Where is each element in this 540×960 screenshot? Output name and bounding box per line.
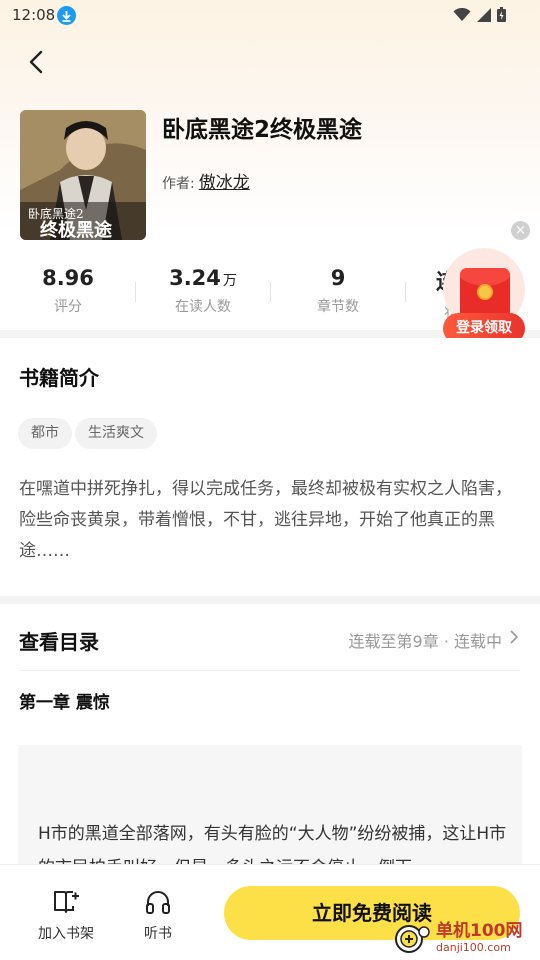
watermark-text: 单机100网 danji100.com	[436, 921, 523, 955]
coin-icon	[477, 284, 493, 300]
stat-value: 3.24 万	[169, 266, 237, 290]
stat-divider	[135, 282, 136, 302]
promo-close-button[interactable]: ×	[511, 221, 530, 240]
tag-chip[interactable]: 生活爽文	[75, 418, 157, 449]
toc-title[interactable]: 查看目录	[19, 626, 99, 655]
intro-section: 书籍简介 都市 生活爽文 在嘿道中拼死挣扎，得以完成任务，最终却被极有实权之人陷…	[0, 338, 540, 596]
status-time: 12:08	[12, 6, 56, 24]
stat-divider	[270, 282, 271, 302]
chapter-title[interactable]: 第一章 震惊	[19, 688, 110, 713]
cover-illustration: 卧底黑途2 终极黑途	[20, 110, 146, 240]
bookshelf-label: 加入书架	[38, 926, 94, 942]
back-button[interactable]	[22, 48, 50, 76]
author-label: 作者:	[162, 176, 195, 192]
stat-readers: 3.24 万 在读人数	[143, 266, 263, 316]
chevron-left-icon	[29, 50, 43, 74]
download-icon	[57, 6, 76, 25]
intro-text: 在嘿道中拼死挣扎，得以完成任务，最终却被极有实权之人陷害，险些命丧黄泉，带着憎恨…	[19, 479, 512, 561]
stat-label: 在读人数	[175, 299, 231, 315]
chapter-preview: H市的黑道全部落网，有头有脸的“大人物”纷纷被捕，这让H市的市民拍手叫好，但是，…	[18, 745, 522, 870]
listen-label: 听书	[144, 926, 172, 942]
preview-text: H市的黑道全部落网，有头有脸的“大人物”纷纷被捕，这让H市的市民拍手叫好，但是，…	[38, 824, 507, 870]
red-envelope-icon[interactable]	[460, 268, 510, 318]
tag-chip[interactable]: 都市	[18, 418, 72, 449]
watermark-sub: danji100.com	[436, 941, 511, 954]
add-bookshelf-button[interactable]: 加入书架	[26, 889, 106, 943]
stat-value: 8.96	[42, 266, 94, 290]
intro-title: 书籍简介	[19, 366, 99, 390]
stat-chapters: 9 章节数	[278, 266, 398, 316]
cover-title-line2: 终极黑途	[40, 219, 113, 240]
listen-button[interactable]: 听书	[118, 889, 198, 943]
wifi-icon	[453, 7, 471, 21]
watermark-logo	[395, 925, 430, 953]
cover-title-line1: 卧底黑途2	[28, 206, 84, 221]
watermark-main: 单机100网	[436, 921, 523, 941]
status-icons	[453, 7, 506, 22]
stat-label: 评分	[54, 299, 82, 315]
divider	[19, 670, 520, 671]
stat-rating: 8.96 评分	[8, 266, 128, 316]
author-link[interactable]: 傲冰龙	[199, 168, 250, 193]
toc-section: 查看目录 连载至第9章 · 连载中 第一章 震惊 H市的黑道全部落网，有头有脸的…	[0, 604, 540, 870]
stat-divider	[405, 282, 406, 302]
signal-icon	[477, 7, 491, 22]
status-bar: 12:08	[0, 0, 540, 32]
toc-status[interactable]: 连载至第9章 · 连载中	[349, 628, 502, 652]
chevron-right-icon	[510, 630, 518, 644]
stat-value: 9	[330, 266, 346, 290]
book-cover[interactable]: 卧底黑途2 终极黑途	[20, 110, 146, 240]
author-row: 作者: 傲冰龙	[162, 168, 250, 193]
battery-icon	[497, 7, 506, 22]
book-title: 卧底黑途2终极黑途	[162, 117, 363, 143]
headphones-icon	[146, 891, 170, 914]
bookshelf-add-icon	[54, 891, 79, 913]
watermark: 单机100网 danji100.com	[394, 919, 523, 957]
stat-label: 章节数	[317, 299, 359, 315]
